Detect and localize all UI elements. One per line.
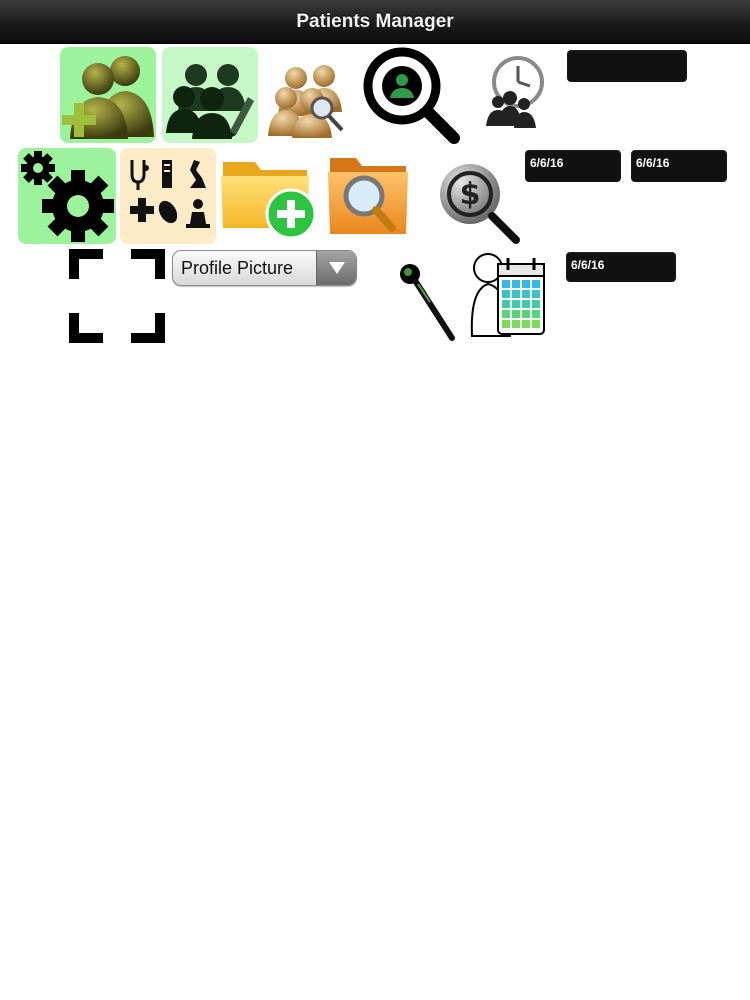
new-folder-icon <box>221 162 317 240</box>
page-title: Patients Manager <box>296 10 454 32</box>
zoom-pin-icon <box>400 264 455 341</box>
new-folder-button[interactable] <box>219 152 319 240</box>
profile-picture-select-value: Profile Picture <box>181 257 294 278</box>
add-patient-button[interactable] <box>60 47 156 143</box>
appointment-date-field[interactable]: 6/6/16 <box>566 252 676 282</box>
zoom-pin-button[interactable] <box>396 262 458 344</box>
find-patient-button[interactable] <box>362 46 460 144</box>
search-folder-button[interactable] <box>328 152 408 240</box>
crop-frame-icon <box>69 249 165 343</box>
patient-history-button[interactable] <box>480 52 546 132</box>
title-bar: Patients Manager <box>0 0 750 44</box>
patient-calendar-icon <box>470 253 545 337</box>
search-patients-icon <box>268 65 344 138</box>
chevron-down-icon <box>328 262 345 274</box>
top-date-field[interactable] <box>567 50 687 82</box>
profile-picture-select[interactable]: Profile Picture <box>172 250 357 286</box>
edit-patients-button[interactable] <box>162 47 258 143</box>
medical-tools-icon <box>130 160 210 228</box>
search-patients-button[interactable] <box>266 50 352 140</box>
settings-button[interactable] <box>18 148 116 244</box>
svg-text:$: $ <box>460 177 481 212</box>
patient-history-icon <box>486 56 544 128</box>
edit-patients-icon <box>166 64 254 139</box>
search-folder-icon <box>328 158 408 234</box>
add-patient-icon <box>62 56 154 139</box>
billing-search-icon: $ <box>440 164 520 244</box>
end-date-field[interactable]: 6/6/16 <box>631 150 727 182</box>
start-date-field[interactable]: 6/6/16 <box>525 150 621 182</box>
find-patient-icon <box>363 47 460 144</box>
dropdown-arrow-button[interactable] <box>316 251 356 285</box>
billing-search-button[interactable]: $ <box>436 160 520 244</box>
patient-calendar-button[interactable] <box>468 250 548 338</box>
settings-icon <box>21 151 114 242</box>
crop-frame-button[interactable] <box>68 248 166 344</box>
medical-tools-button[interactable] <box>120 148 216 244</box>
